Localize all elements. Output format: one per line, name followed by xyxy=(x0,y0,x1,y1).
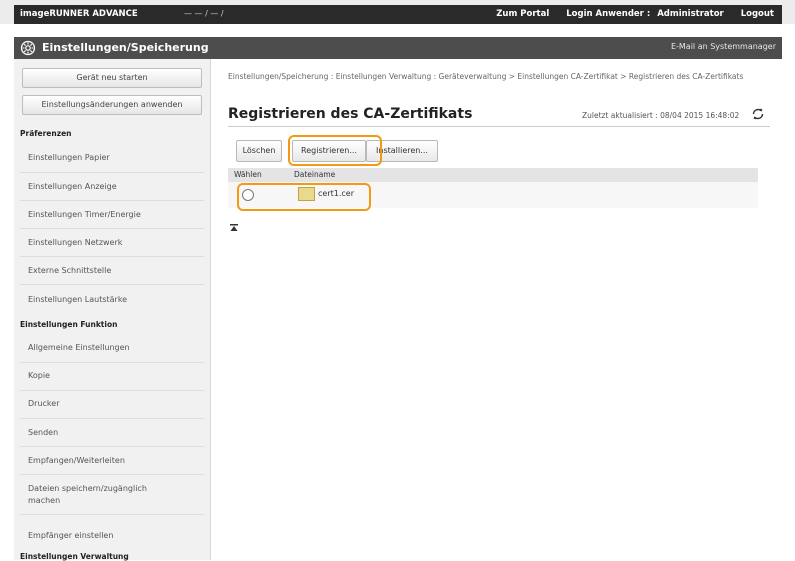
sidebar-item-paper[interactable]: Einstellungen Papier xyxy=(28,153,110,162)
divider xyxy=(20,284,204,285)
brand-name: imageRUNNER ADVANCE xyxy=(20,9,138,19)
apply-changes-button[interactable]: Einstellungsänderungen anwenden xyxy=(22,95,202,115)
back-to-top-icon[interactable] xyxy=(230,224,238,232)
portal-link[interactable]: Zum Portal xyxy=(496,9,549,19)
sidebar: Gerät neu starten Einstellungsänderungen… xyxy=(14,59,211,561)
login-label: Login Anwender : xyxy=(566,9,651,19)
page-title: Registrieren des CA-Zertifikats xyxy=(228,106,473,122)
device-name: — — / — / xyxy=(184,9,224,18)
divider xyxy=(20,446,204,447)
logout-link[interactable]: Logout xyxy=(741,9,774,19)
top-header: imageRUNNER ADVANCE — — / — / Zum Portal… xyxy=(14,5,782,24)
divider xyxy=(20,362,204,363)
sidebar-item-copy[interactable]: Kopie xyxy=(28,371,50,380)
restart-device-button[interactable]: Gerät neu starten xyxy=(22,68,202,88)
sidebar-item-general[interactable]: Allgemeine Einstellungen xyxy=(28,343,130,352)
delete-button[interactable]: Löschen xyxy=(236,140,282,162)
sidebar-item-timer-energy[interactable]: Einstellungen Timer/Energie xyxy=(28,210,141,219)
sidebar-section-preferences: Präferenzen xyxy=(20,129,72,138)
mail-admin-link[interactable]: E-Mail an Systemmanager xyxy=(671,42,776,51)
divider xyxy=(20,228,204,229)
sidebar-item-send[interactable]: Senden xyxy=(28,428,58,437)
header-links: Zum Portal Login Anwender : Administrato… xyxy=(482,9,774,19)
sidebar-item-network[interactable]: Einstellungen Netzwerk xyxy=(28,238,122,247)
sidebar-item-external-interface[interactable]: Externe Schnittstelle xyxy=(28,266,111,275)
row-highlight xyxy=(237,183,371,211)
user-name: Administrator xyxy=(657,9,724,19)
divider xyxy=(20,474,204,475)
divider xyxy=(20,200,204,201)
title-divider xyxy=(228,126,770,127)
sidebar-item-display[interactable]: Einstellungen Anzeige xyxy=(28,182,117,191)
breadcrumb: Einstellungen/Speicherung : Einstellunge… xyxy=(228,72,744,81)
section-title: Einstellungen/Speicherung xyxy=(42,41,209,54)
divider xyxy=(20,418,204,419)
table-header: Wählen Dateiname xyxy=(228,168,758,182)
register-button-highlight xyxy=(288,135,382,166)
divider xyxy=(20,514,204,515)
sidebar-section-function: Einstellungen Funktion xyxy=(20,320,118,329)
divider xyxy=(20,390,204,391)
sidebar-item-store-access-files[interactable]: Dateien speichern/zugänglich machen xyxy=(28,483,178,507)
sidebar-item-printer[interactable]: Drucker xyxy=(28,399,59,408)
sidebar-item-receive-forward[interactable]: Empfangen/Weiterleiten xyxy=(28,456,125,465)
refresh-icon[interactable] xyxy=(751,107,765,121)
settings-gear-icon xyxy=(20,40,36,56)
sidebar-item-destinations[interactable]: Empfänger einstellen xyxy=(28,531,113,540)
column-filename: Dateiname xyxy=(294,170,336,179)
divider xyxy=(20,256,204,257)
last-updated-text: Zuletzt aktualisiert : 08/04 2015 16:48:… xyxy=(582,111,740,120)
column-select: Wählen xyxy=(234,170,262,179)
page-titlebar: Einstellungen/Speicherung E-Mail an Syst… xyxy=(14,37,782,59)
sidebar-item-volume[interactable]: Einstellungen Lautstärke xyxy=(28,295,127,304)
divider xyxy=(20,172,204,173)
